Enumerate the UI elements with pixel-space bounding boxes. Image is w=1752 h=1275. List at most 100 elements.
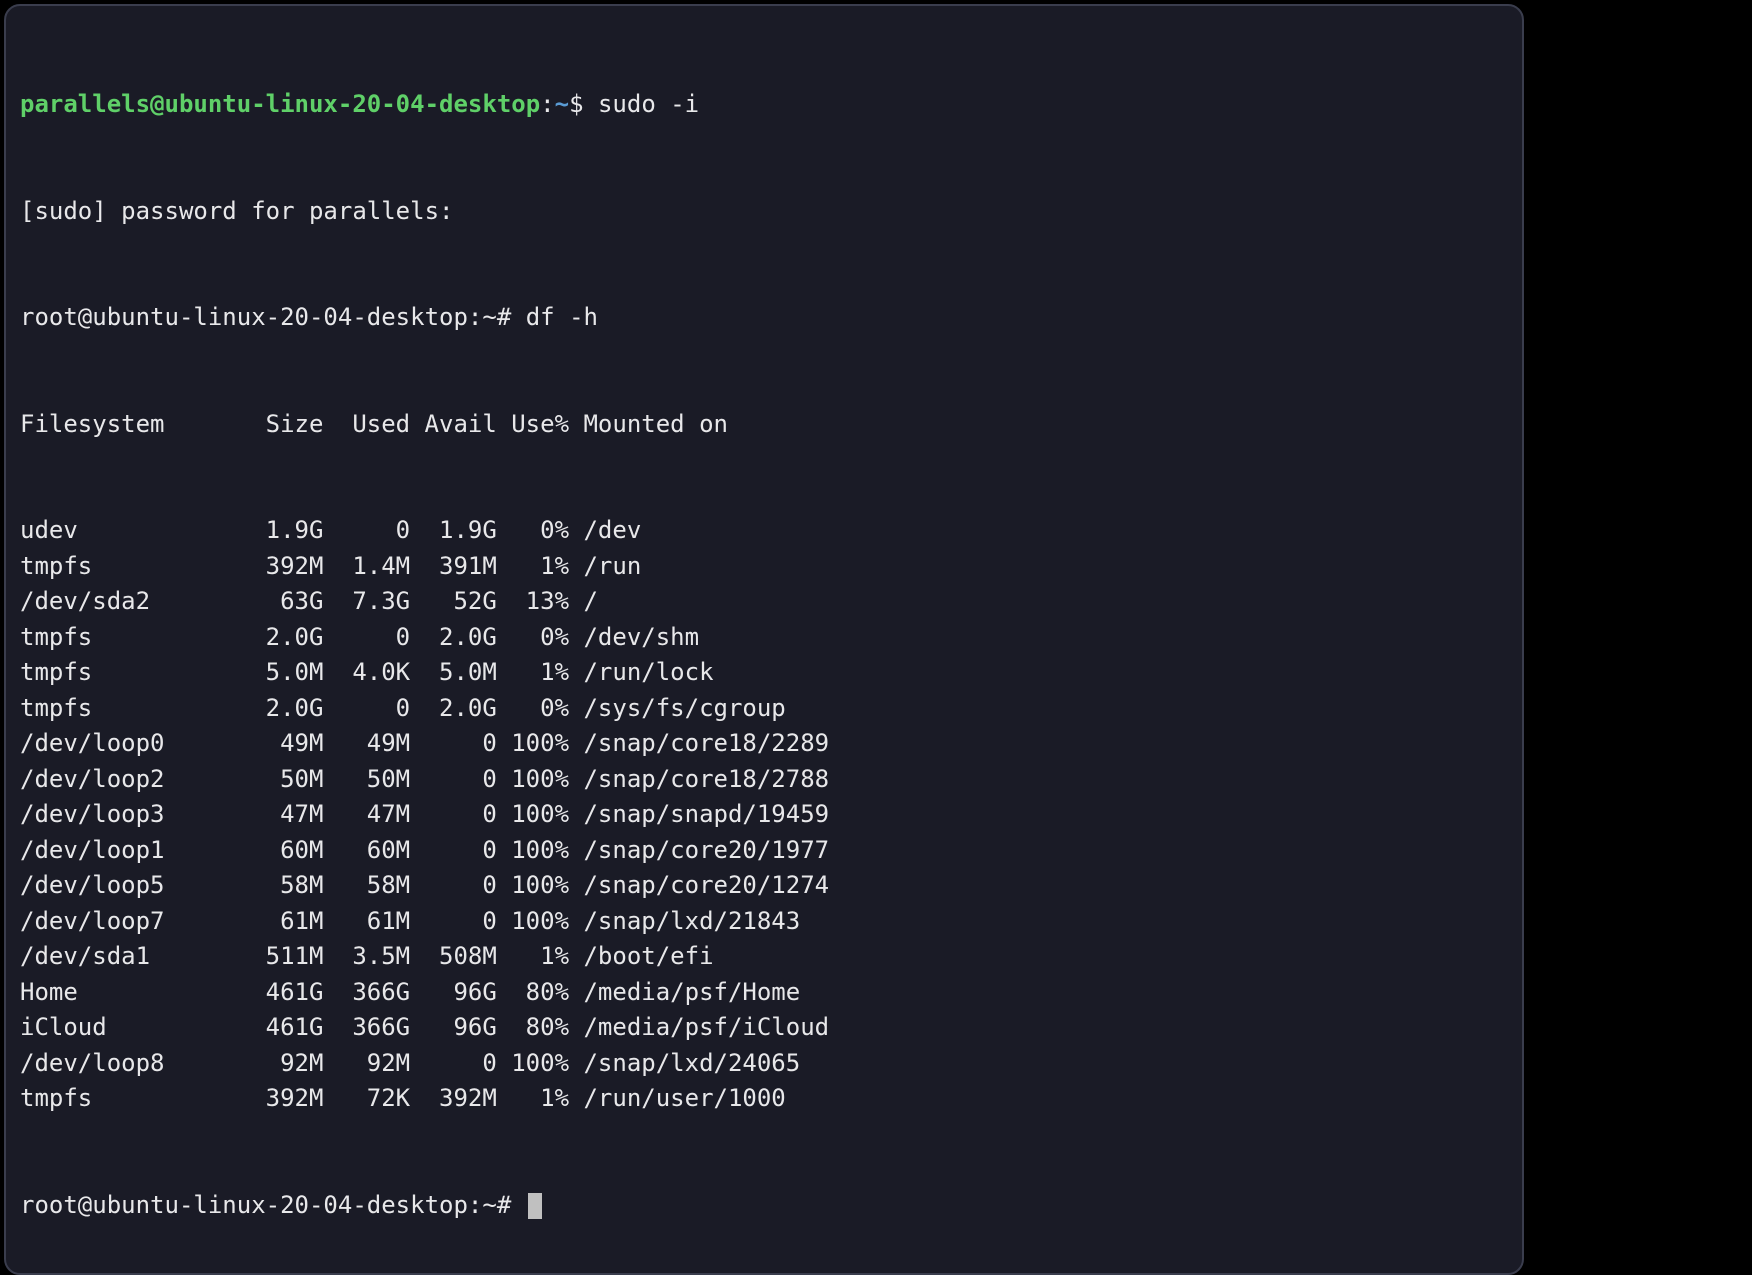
df-row: /dev/loop347M47M0100%/snap/snapd/19459 [20,797,1508,833]
prompt-path: ~ [555,90,569,118]
df-cell-avail: 2.0G [410,620,497,656]
prompt-sep: : [540,90,554,118]
df-cell-mounted: /dev/shm [569,620,699,656]
df-cell-filesystem: tmpfs [20,1081,237,1117]
df-cell-avail: 0 [410,833,497,869]
df-cell-usepct: 100% [497,726,569,762]
df-cell-avail: 0 [410,868,497,904]
df-cell-used: 49M [323,726,410,762]
df-cell-filesystem: /dev/loop1 [20,833,237,869]
df-row: tmpfs2.0G02.0G0%/dev/shm [20,620,1508,656]
df-cell-used: 47M [323,797,410,833]
df-row: Home461G366G96G80%/media/psf/Home [20,975,1508,1011]
command-df: df -h [526,303,598,331]
df-header-filesystem: Filesystem [20,407,237,443]
df-cell-usepct: 1% [497,939,569,975]
df-cell-size: 61M [237,904,324,940]
df-cell-size: 60M [237,833,324,869]
df-cell-filesystem: tmpfs [20,655,237,691]
df-cell-filesystem: /dev/loop2 [20,762,237,798]
root-prompt-2: root@ubuntu-linux-20-04-desktop:~# [20,1191,511,1219]
root-prompt-line-2[interactable]: root@ubuntu-linux-20-04-desktop:~# [20,1188,1508,1224]
df-row: /dev/sda263G7.3G52G13%/ [20,584,1508,620]
df-cell-size: 461G [237,1010,324,1046]
prompt-user-host: parallels@ubuntu-linux-20-04-desktop [20,90,540,118]
df-cell-usepct: 13% [497,584,569,620]
df-cell-avail: 96G [410,975,497,1011]
df-cell-used: 3.5M [323,939,410,975]
df-header-mounted: Mounted on [569,407,728,443]
df-cell-avail: 0 [410,904,497,940]
df-cell-used: 0 [323,691,410,727]
df-row: tmpfs392M72K392M1%/run/user/1000 [20,1081,1508,1117]
df-cell-usepct: 80% [497,975,569,1011]
df-row: /dev/sda1511M3.5M508M1%/boot/efi [20,939,1508,975]
command-sudo: sudo -i [598,90,699,118]
df-cell-usepct: 100% [497,1046,569,1082]
df-cell-avail: 0 [410,762,497,798]
df-cell-size: 47M [237,797,324,833]
df-cell-mounted: /boot/efi [569,939,713,975]
terminal-window[interactable]: parallels@ubuntu-linux-20-04-desktop:~$ … [4,4,1524,1275]
df-cell-avail: 392M [410,1081,497,1117]
df-header-avail: Avail [410,407,497,443]
df-header-used: Used [323,407,410,443]
cursor-block-icon [528,1193,542,1219]
df-cell-used: 72K [323,1081,410,1117]
df-cell-avail: 96G [410,1010,497,1046]
df-row: /dev/loop049M49M0100%/snap/core18/2289 [20,726,1508,762]
df-cell-mounted: /media/psf/Home [569,975,800,1011]
sudo-password-line: [sudo] password for parallels: [20,194,1508,230]
df-cell-size: 63G [237,584,324,620]
prompt-symbol: $ [569,90,583,118]
df-cell-mounted: /snap/lxd/21843 [569,904,800,940]
df-cell-used: 0 [323,513,410,549]
df-cell-filesystem: udev [20,513,237,549]
df-cell-used: 60M [323,833,410,869]
df-row: /dev/loop558M58M0100%/snap/core20/1274 [20,868,1508,904]
root-prompt-line-1: root@ubuntu-linux-20-04-desktop:~# df -h [20,300,1508,336]
df-cell-size: 49M [237,726,324,762]
df-cell-usepct: 0% [497,691,569,727]
df-cell-filesystem: /dev/loop3 [20,797,237,833]
df-cell-size: 392M [237,549,324,585]
df-cell-mounted: /snap/core20/1274 [569,868,829,904]
df-cell-filesystem: tmpfs [20,691,237,727]
df-cell-usepct: 1% [497,655,569,691]
df-cell-usepct: 100% [497,833,569,869]
df-row: /dev/loop761M61M0100%/snap/lxd/21843 [20,904,1508,940]
df-cell-filesystem: /dev/loop0 [20,726,237,762]
df-row: udev1.9G01.9G0%/dev [20,513,1508,549]
df-cell-used: 1.4M [323,549,410,585]
df-cell-mounted: /run [569,549,641,585]
df-cell-mounted: /dev [569,513,641,549]
df-row: tmpfs5.0M4.0K5.0M1%/run/lock [20,655,1508,691]
df-cell-filesystem: tmpfs [20,549,237,585]
df-cell-filesystem: iCloud [20,1010,237,1046]
df-cell-usepct: 100% [497,868,569,904]
df-cell-avail: 508M [410,939,497,975]
df-cell-avail: 0 [410,1046,497,1082]
df-cell-filesystem: /dev/loop8 [20,1046,237,1082]
df-cell-size: 511M [237,939,324,975]
df-cell-usepct: 100% [497,797,569,833]
df-cell-avail: 2.0G [410,691,497,727]
df-cell-filesystem: tmpfs [20,620,237,656]
df-row: /dev/loop250M50M0100%/snap/core18/2788 [20,762,1508,798]
df-cell-used: 50M [323,762,410,798]
df-cell-size: 392M [237,1081,324,1117]
df-cell-mounted: /run/user/1000 [569,1081,786,1117]
df-cell-avail: 391M [410,549,497,585]
df-cell-filesystem: /dev/sda1 [20,939,237,975]
df-row: /dev/loop892M92M0100%/snap/lxd/24065 [20,1046,1508,1082]
df-cell-size: 5.0M [237,655,324,691]
df-cell-usepct: 0% [497,513,569,549]
df-cell-size: 92M [237,1046,324,1082]
df-cell-used: 58M [323,868,410,904]
df-cell-mounted: /snap/snapd/19459 [569,797,829,833]
df-cell-avail: 0 [410,797,497,833]
df-cell-avail: 0 [410,726,497,762]
df-cell-size: 2.0G [237,620,324,656]
df-cell-mounted: /snap/core18/2289 [569,726,829,762]
df-cell-used: 0 [323,620,410,656]
